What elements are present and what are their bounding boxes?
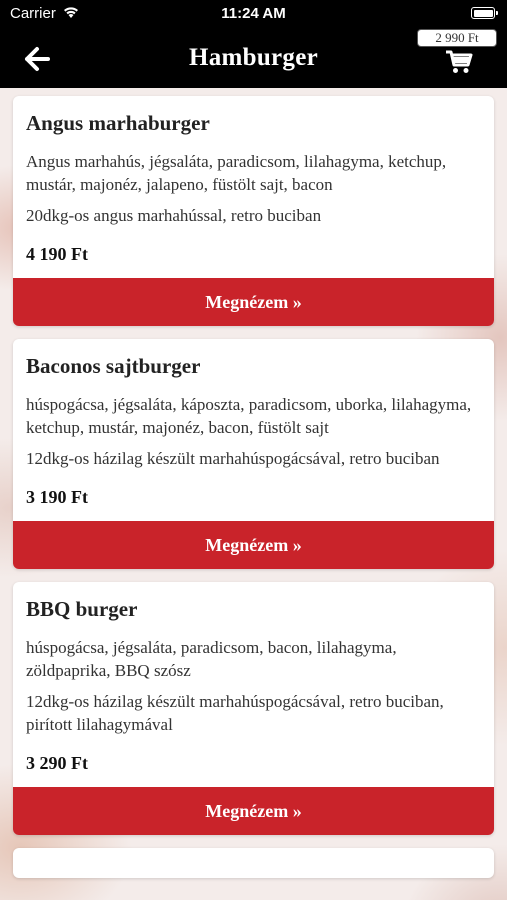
product-price: 4 190 Ft — [26, 244, 88, 264]
product-name: Angus marhaburger — [26, 111, 210, 135]
product-card-partial[interactable] — [13, 848, 494, 878]
view-product-button[interactable]: Megnézem » — [13, 521, 494, 569]
view-product-button[interactable]: Megnézem » — [13, 278, 494, 326]
product-ingredients: húspogácsa, jégsaláta, paradicsom, bacon… — [26, 638, 397, 680]
page-title: Hamburger — [188, 44, 319, 71]
product-card: Angus marhaburger Angus marhahús, jégsal… — [13, 96, 494, 326]
view-product-button[interactable]: Megnézem » — [13, 787, 494, 835]
product-ingredients: húspogácsa, jégsaláta, káposzta, paradic… — [26, 395, 472, 437]
clock: 11:24 AM — [221, 5, 286, 22]
product-ingredients: Angus marhahús, jégsaláta, paradicsom, l… — [26, 152, 447, 194]
status-bar: Carrier 11:24 AM — [0, 0, 507, 28]
navigation-bar: Hamburger 2 990 Ft — [0, 28, 507, 88]
cart-total-badge[interactable]: 2 990 Ft — [417, 29, 497, 47]
battery-icon — [471, 7, 498, 19]
product-details: 12dkg-os házilag készült marhahúspogácsá… — [26, 692, 444, 734]
product-name: Baconos sajtburger — [26, 354, 201, 378]
product-price: 3 290 Ft — [26, 753, 88, 773]
product-details: 20dkg-os angus marhahússal, retro buciba… — [26, 206, 322, 225]
product-details: 12dkg-os házilag készült marhahúspogácsá… — [26, 449, 440, 468]
shopping-cart-icon[interactable] — [445, 49, 473, 75]
product-price: 3 190 Ft — [26, 487, 88, 507]
product-name: BBQ burger — [26, 597, 138, 621]
product-card: Baconos sajtburger húspogácsa, jégsaláta… — [13, 339, 494, 569]
product-list: Angus marhaburger Angus marhahús, jégsal… — [13, 96, 494, 891]
product-card: BBQ burger húspogácsa, jégsaláta, paradi… — [13, 582, 494, 835]
